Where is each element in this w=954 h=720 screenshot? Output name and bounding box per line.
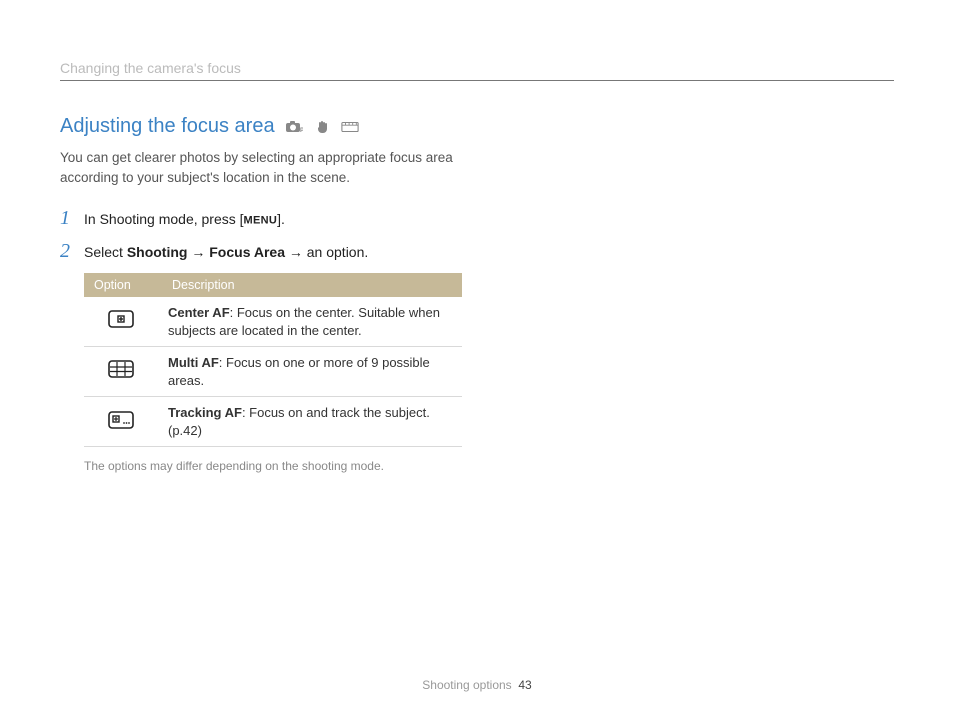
- title-row: Adjusting the focus area P: [60, 115, 894, 138]
- cell-desc: Tracking AF: Focus on and track the subj…: [162, 397, 462, 447]
- cell-desc: Multi AF: Focus on one or more of 9 poss…: [162, 347, 462, 397]
- scene-icon: [341, 120, 359, 134]
- tracking-af-icon: [108, 411, 134, 434]
- note-text: The options may differ depending on the …: [84, 459, 894, 473]
- menu-label: MENU: [244, 214, 278, 226]
- hand-icon: [313, 120, 331, 134]
- col-description: Description: [162, 273, 462, 297]
- cell-desc: Center AF: Focus on the center. Suitable…: [162, 297, 462, 347]
- multi-af-icon: [108, 360, 134, 383]
- menu-path-focus-area: Focus Area: [209, 244, 285, 260]
- step-number: 2: [60, 240, 74, 263]
- option-name: Multi AF: [168, 355, 219, 370]
- arrow: →: [285, 244, 307, 260]
- col-option: Option: [84, 273, 162, 297]
- page-number: 43: [518, 678, 531, 692]
- arrow: →: [187, 244, 209, 260]
- options-table: Option Description Center AF: Focus on t…: [84, 273, 462, 447]
- footer-section: Shooting options: [422, 678, 511, 692]
- table-row: Multi AF: Focus on one or more of 9 poss…: [84, 347, 462, 397]
- step-number: 1: [60, 207, 74, 230]
- camera-p-icon: P: [285, 120, 303, 134]
- step-text: Select Shooting → Focus Area → an option…: [84, 244, 368, 260]
- option-name: Center AF: [168, 305, 230, 320]
- option-name: Tracking AF: [168, 405, 242, 420]
- step-prefix: Select: [84, 244, 127, 260]
- options-table-wrap: Option Description Center AF: Focus on t…: [84, 273, 462, 447]
- step-prefix: In Shooting mode, press [: [84, 211, 244, 227]
- menu-path-shooting: Shooting: [127, 244, 188, 260]
- step-2: 2 Select Shooting → Focus Area → an opti…: [60, 240, 894, 263]
- step-1: 1 In Shooting mode, press [MENU].: [60, 207, 894, 230]
- step-suffix: ].: [277, 211, 285, 227]
- table-row: Center AF: Focus on the center. Suitable…: [84, 297, 462, 347]
- center-af-icon: [108, 310, 134, 333]
- page-footer: Shooting options 43: [0, 678, 954, 692]
- svg-text:P: P: [300, 128, 303, 134]
- step-tail: an option.: [307, 244, 369, 260]
- breadcrumb: Changing the camera's focus: [60, 60, 894, 81]
- intro-text: You can get clearer photos by selecting …: [60, 148, 460, 187]
- step-text: In Shooting mode, press [MENU].: [84, 211, 285, 227]
- section-title: Adjusting the focus area: [60, 115, 275, 138]
- table-row: Tracking AF: Focus on and track the subj…: [84, 397, 462, 447]
